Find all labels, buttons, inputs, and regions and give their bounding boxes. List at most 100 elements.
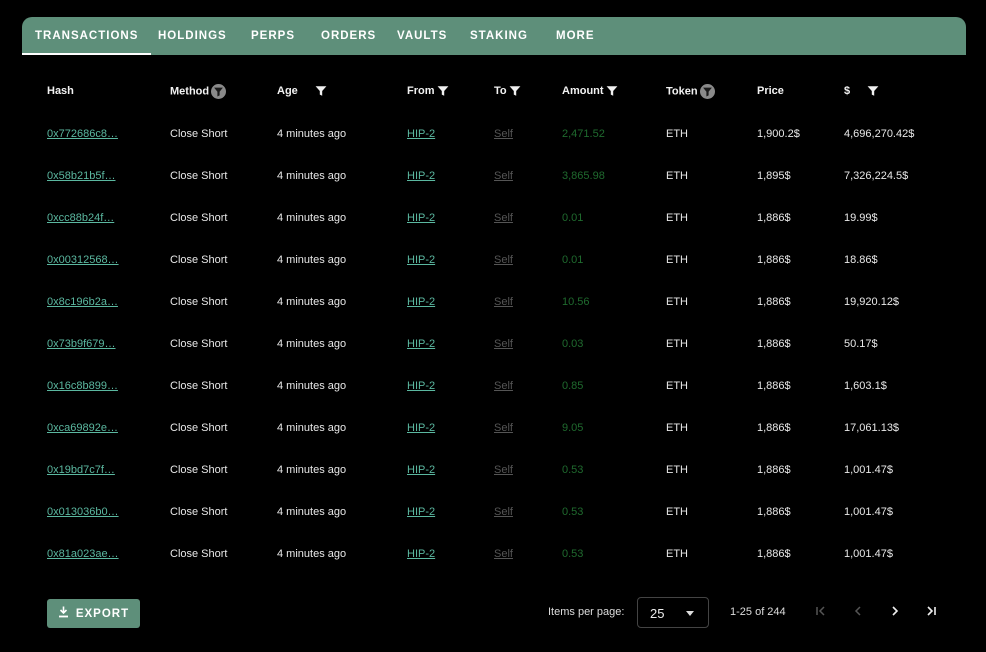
- to-link[interactable]: Self: [494, 533, 513, 575]
- hash-link[interactable]: 0x013036b0…: [47, 491, 119, 533]
- price-cell: 1,886$: [757, 380, 791, 392]
- col-token-header: Token: [666, 84, 715, 100]
- amount-cell: 0.53: [562, 548, 584, 560]
- table-row: 0x772686c8… Close Short 4 minutes ago HI…: [22, 113, 966, 155]
- price-cell: 1,895$: [757, 170, 791, 182]
- table-row: 0xca69892e… Close Short 4 minutes ago HI…: [22, 407, 966, 449]
- from-filter-icon[interactable]: [437, 85, 449, 97]
- col-age-label: Age: [277, 85, 298, 97]
- from-link[interactable]: HIP-2: [407, 239, 435, 281]
- tab-vaults[interactable]: VAULTS: [397, 17, 447, 55]
- hash-link[interactable]: 0x772686c8…: [47, 113, 118, 155]
- tab-perps[interactable]: PERPS: [251, 17, 295, 55]
- to-link[interactable]: Self: [494, 155, 513, 197]
- chevron-left-icon: [852, 604, 864, 622]
- usd-cell: 50.17$: [844, 338, 878, 350]
- usd-cell: 1,001.47$: [844, 464, 893, 476]
- to-link[interactable]: Self: [494, 239, 513, 281]
- hash-link[interactable]: 0x73b9f679…: [47, 323, 116, 365]
- token-cell: ETH: [666, 296, 688, 308]
- tab-staking[interactable]: STAKING: [470, 17, 528, 55]
- next-page-button[interactable]: [885, 603, 905, 623]
- tab-holdings[interactable]: HOLDINGS: [158, 17, 227, 55]
- to-link[interactable]: Self: [494, 365, 513, 407]
- tab-transactions[interactable]: TRANSACTIONS: [21, 17, 152, 55]
- to-link[interactable]: Self: [494, 197, 513, 239]
- usd-cell: 17,061.13$: [844, 422, 900, 434]
- to-link[interactable]: Self: [494, 113, 513, 155]
- items-per-page-select[interactable]: 25: [637, 597, 709, 628]
- from-link[interactable]: HIP-2: [407, 113, 435, 155]
- token-cell: ETH: [666, 128, 688, 140]
- to-link[interactable]: Self: [494, 491, 513, 533]
- from-link[interactable]: HIP-2: [407, 491, 435, 533]
- col-method-label: Method: [170, 85, 210, 98]
- first-page-icon: [815, 604, 827, 622]
- from-link[interactable]: HIP-2: [407, 365, 435, 407]
- usd-cell: 4,696,270.42$: [844, 128, 915, 140]
- price-cell: 1,886$: [757, 506, 791, 518]
- method-cell: Close Short: [170, 380, 228, 392]
- table-row: 0x19bd7c7f… Close Short 4 minutes ago HI…: [22, 449, 966, 491]
- usd-filter-icon[interactable]: [867, 85, 879, 97]
- col-usd-label: $: [844, 85, 851, 97]
- col-price-label: Price: [757, 85, 784, 97]
- hash-link[interactable]: 0xcc88b24f…: [47, 197, 114, 239]
- to-link[interactable]: Self: [494, 281, 513, 323]
- prev-page-button[interactable]: [848, 603, 868, 623]
- table-row: 0x8c196b2a… Close Short 4 minutes ago HI…: [22, 281, 966, 323]
- items-per-page-label: Items per page:: [548, 606, 625, 618]
- method-cell: Close Short: [170, 506, 228, 518]
- tab-orders[interactable]: ORDERS: [321, 17, 376, 55]
- hash-link[interactable]: 0xca69892e…: [47, 407, 118, 449]
- from-link[interactable]: HIP-2: [407, 449, 435, 491]
- method-cell: Close Short: [170, 128, 228, 140]
- to-link[interactable]: Self: [494, 449, 513, 491]
- method-cell: Close Short: [170, 296, 228, 308]
- hash-link[interactable]: 0x8c196b2a…: [47, 281, 118, 323]
- hash-link[interactable]: 0x58b21b5f…: [47, 155, 116, 197]
- amount-filter-icon[interactable]: [606, 85, 618, 97]
- from-link[interactable]: HIP-2: [407, 281, 435, 323]
- table-row: 0x73b9f679… Close Short 4 minutes ago HI…: [22, 323, 966, 365]
- table-row: 0x81a023ae… Close Short 4 minutes ago HI…: [22, 533, 966, 575]
- method-cell: Close Short: [170, 422, 228, 434]
- method-filter-icon[interactable]: [211, 84, 227, 99]
- method-cell: Close Short: [170, 338, 228, 350]
- to-link[interactable]: Self: [494, 323, 513, 365]
- price-cell: 1,886$: [757, 338, 791, 350]
- hash-link[interactable]: 0x19bd7c7f…: [47, 449, 115, 491]
- last-page-button[interactable]: [921, 603, 941, 623]
- from-link[interactable]: HIP-2: [407, 155, 435, 197]
- from-link[interactable]: HIP-2: [407, 323, 435, 365]
- tab-bar: TRANSACTIONS HOLDINGS PERPS ORDERS VAULT…: [21, 17, 966, 55]
- age-cell: 4 minutes ago: [277, 296, 347, 308]
- method-cell: Close Short: [170, 254, 228, 266]
- age-cell: 4 minutes ago: [277, 380, 347, 392]
- token-cell: ETH: [666, 380, 688, 392]
- from-link[interactable]: HIP-2: [407, 533, 435, 575]
- to-link[interactable]: Self: [494, 407, 513, 449]
- amount-cell: 0.01: [562, 254, 584, 266]
- first-page-button[interactable]: [811, 603, 831, 623]
- price-cell: 1,886$: [757, 212, 791, 224]
- last-page-icon: [925, 604, 937, 622]
- export-button[interactable]: EXPORT: [47, 599, 140, 628]
- amount-cell: 0.85: [562, 380, 584, 392]
- amount-cell: 9.05: [562, 422, 584, 434]
- col-method-header: Method: [170, 84, 227, 100]
- token-filter-icon[interactable]: [699, 84, 715, 99]
- from-link[interactable]: HIP-2: [407, 407, 435, 449]
- hash-link[interactable]: 0x16c8b899…: [47, 365, 118, 407]
- col-amount-header: Amount: [562, 84, 618, 100]
- to-filter-icon[interactable]: [509, 85, 521, 97]
- from-link[interactable]: HIP-2: [407, 197, 435, 239]
- tab-more[interactable]: MORE: [556, 17, 595, 55]
- export-label: EXPORT: [75, 607, 130, 620]
- age-cell: 4 minutes ago: [277, 422, 347, 434]
- amount-cell: 2,471.52: [562, 128, 605, 140]
- hash-link[interactable]: 0x00312568…: [47, 239, 119, 281]
- hash-link[interactable]: 0x81a023ae…: [47, 533, 119, 575]
- age-filter-icon[interactable]: [315, 85, 327, 97]
- age-cell: 4 minutes ago: [277, 170, 347, 182]
